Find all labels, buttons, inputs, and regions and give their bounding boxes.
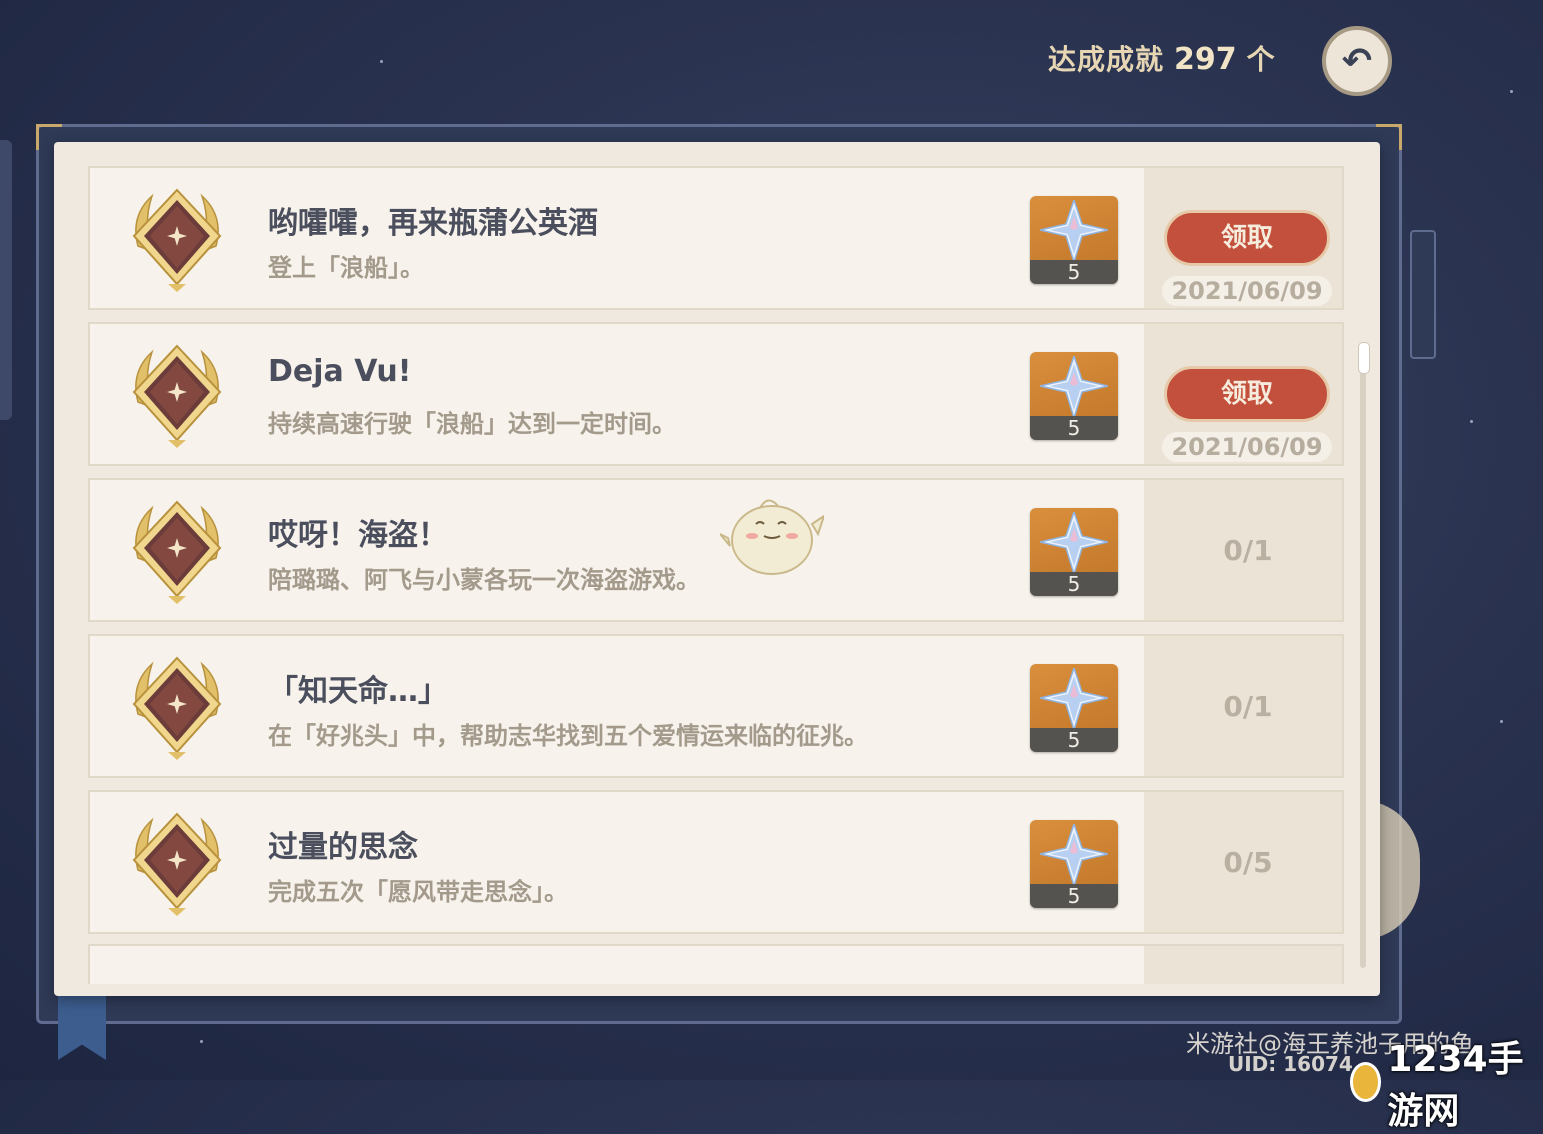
- achievement-title: 哟嚯嚯，再来瓶蒲公英酒: [268, 206, 598, 241]
- primogem-reward[interactable]: 5: [1030, 820, 1118, 908]
- primogem-reward[interactable]: 5: [1030, 664, 1118, 752]
- primogem-icon: [1040, 200, 1108, 262]
- achievement-title: Deja Vu!: [268, 354, 412, 389]
- primogem-icon: [1040, 668, 1108, 730]
- achievement-title: 哎呀！海盗！: [268, 518, 448, 553]
- achievement-title: 「知天命…」: [268, 674, 448, 709]
- achievement-counter: 达成成就 297 个: [1048, 38, 1275, 78]
- achievement-progress: 0/1: [1223, 689, 1273, 723]
- achievement-progress: 0/1: [1223, 533, 1273, 567]
- achieved-unit: 个: [1246, 43, 1275, 76]
- paimon-emote-sticker: [719, 494, 826, 580]
- achievement-medal-icon: [124, 498, 230, 604]
- reward-count: 5: [1030, 884, 1118, 908]
- primogem-icon: [1040, 512, 1108, 574]
- achievement-row[interactable]: 哎呀！海盗！ 陪璐璐、阿飞与小蒙各玩一次海盗游戏。 5 0/1: [88, 478, 1344, 622]
- list-item-partial: [88, 944, 1344, 984]
- achievement-description: 持续高速行驶「浪船」达到一定时间。: [268, 410, 676, 438]
- side-tab: [1410, 230, 1436, 359]
- achievement-description: 登上「浪船」。: [268, 254, 424, 282]
- achievement-description: 在「好兆头」中，帮助志华找到五个爱情运来临的征兆。: [268, 722, 868, 750]
- achievement-progress: 0/5: [1223, 845, 1273, 879]
- achievement-medal-icon: [124, 342, 230, 448]
- back-button[interactable]: ↶: [1322, 26, 1392, 96]
- primogem-icon: [1040, 356, 1108, 418]
- achievement-row[interactable]: Deja Vu! 持续高速行驶「浪船」达到一定时间。 5 领取 2021/06/09: [88, 322, 1344, 466]
- achievement-row[interactable]: 哟嚯嚯，再来瓶蒲公英酒登上「浪船」。 5 领取 2021/06/09: [88, 166, 1344, 310]
- scrollbar-track[interactable]: [1360, 342, 1366, 968]
- primogem-reward[interactable]: 5: [1030, 352, 1118, 440]
- achievement-medal-icon: [124, 186, 230, 292]
- site-logo-icon: [1350, 1062, 1382, 1102]
- scrollbar-thumb[interactable]: [1358, 342, 1370, 374]
- claim-button[interactable]: 领取: [1164, 210, 1330, 266]
- achieved-label: 达成成就: [1048, 43, 1165, 76]
- site-name: 1234手游网: [1387, 1039, 1524, 1132]
- site-watermark: 1234手游网: [1350, 1030, 1543, 1134]
- achieved-count: 297: [1174, 42, 1237, 77]
- achievement-row[interactable]: 「知天命…」在「好兆头」中，帮助志华找到五个爱情运来临的征兆。 5 0/1: [88, 634, 1344, 778]
- primogem-reward[interactable]: 5: [1030, 508, 1118, 596]
- reward-count: 5: [1030, 260, 1118, 284]
- primogem-icon: [1040, 824, 1108, 886]
- status-cell: [1144, 946, 1342, 984]
- reward-count: 5: [1030, 728, 1118, 752]
- reward-count: 5: [1030, 572, 1118, 596]
- back-arrow-icon: ↶: [1341, 40, 1373, 82]
- achievement-description: 完成五次「愿风带走思念」。: [268, 878, 568, 906]
- completion-date: 2021/06/09: [1162, 432, 1332, 462]
- bookmark-ribbon: [58, 990, 106, 1060]
- achievement-title: 过量的思念: [268, 830, 418, 865]
- completion-date: 2021/06/09: [1162, 276, 1332, 306]
- claim-button[interactable]: 领取: [1164, 366, 1330, 422]
- achievement-medal-icon: [124, 810, 230, 916]
- reward-count: 5: [1030, 416, 1118, 440]
- watermark-uid: UID: 16074: [1228, 1052, 1353, 1076]
- achievement-description: 陪璐璐、阿飞与小蒙各玩一次海盗游戏。: [268, 566, 700, 594]
- left-edge-tab: [0, 140, 12, 420]
- primogem-reward[interactable]: 5: [1030, 196, 1118, 284]
- achievement-row[interactable]: 过量的思念完成五次「愿风带走思念」。 5 0/5: [88, 790, 1344, 934]
- achievement-medal-icon: [124, 654, 230, 760]
